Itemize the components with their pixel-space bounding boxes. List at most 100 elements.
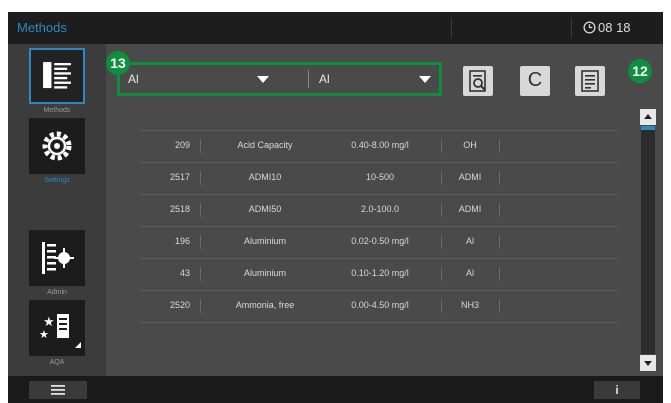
divider (200, 235, 201, 249)
aqa-button[interactable]: ★ ★ (29, 300, 85, 356)
method-number: 196 (174, 236, 190, 246)
method-range: 0.10-1.20 mg/l (351, 268, 409, 278)
method-unit: ADMI (458, 172, 482, 182)
divider (499, 203, 500, 217)
filter-bar: Al Al (117, 62, 442, 96)
chevron-down-icon (257, 76, 269, 83)
scroll-track[interactable] (641, 126, 655, 354)
divider (499, 171, 500, 185)
divider (441, 139, 442, 153)
divider (441, 235, 442, 249)
divider (441, 171, 442, 185)
divider (451, 18, 452, 38)
method-unit: Al (465, 268, 474, 278)
sidebar-item-label: Settings (44, 177, 70, 184)
methods-button[interactable] (29, 48, 85, 104)
table-row[interactable]: 2517 ADMI10 10-500 ADMI (140, 163, 618, 195)
sidebar-item-label: AQA (49, 359, 65, 366)
method-unit: NH3 (460, 300, 479, 310)
sidebar-item-label: Admin (47, 289, 67, 296)
table-row[interactable]: 2520 Ammonia, free 0.00-4.50 mg/l NH3 (140, 291, 618, 323)
callout-badge: 12 (628, 59, 652, 83)
table-row[interactable]: 196 Aluminium 0.02-0.50 mg/l Al (140, 227, 618, 259)
search-button[interactable] (463, 66, 493, 96)
method-range: 0.00-4.50 mg/l (351, 300, 409, 310)
clock-time: 08 18 (598, 20, 631, 35)
arrow-up-icon (644, 114, 652, 119)
divider (499, 267, 500, 281)
method-info-button[interactable] (575, 66, 605, 96)
main-panel: Al Al C 209 Acid Capacity 0.40-8.00 mg/l… (106, 44, 663, 376)
method-unit: ADMI (458, 204, 482, 214)
list-icon (43, 62, 71, 89)
divider (499, 139, 500, 153)
method-name: ADMI50 (248, 204, 282, 214)
method-range: 0.02-0.50 mg/l (351, 236, 409, 246)
method-number: 43 (179, 268, 190, 278)
clear-button[interactable]: C (520, 66, 550, 96)
method-number: 2520 (169, 300, 190, 310)
divider (571, 18, 572, 38)
method-name: Aluminium (243, 268, 286, 278)
method-unit: Al (465, 236, 474, 246)
page-title: Methods (17, 20, 67, 35)
method-range: 2.0-100.0 (360, 204, 400, 214)
sidebar: Methods Settings Admin ★ ★ AQA (8, 44, 106, 376)
sidebar-item-admin[interactable]: Admin (29, 230, 87, 296)
sidebar-item-settings[interactable]: Settings (29, 118, 87, 184)
sidebar-item-label: Methods (43, 107, 71, 114)
admin-icon (42, 242, 74, 274)
info-button[interactable]: i (594, 381, 640, 399)
divider (200, 267, 201, 281)
sidebar-item-aqa[interactable]: ★ ★ AQA (29, 300, 87, 366)
divider (200, 139, 201, 153)
methods-table: 209 Acid Capacity 0.40-8.00 mg/l OH 2517… (140, 130, 618, 323)
info-doc-icon (581, 70, 599, 92)
sidebar-item-methods[interactable]: Methods (29, 48, 87, 114)
info-icon: i (615, 383, 619, 397)
bottom-bar: i (8, 376, 663, 403)
method-number: 2517 (169, 172, 190, 182)
hamburger-icon (51, 385, 65, 395)
callout-badge: 13 (106, 51, 130, 75)
table-row[interactable]: 209 Acid Capacity 0.40-8.00 mg/l OH (140, 130, 618, 163)
parameter-filter-value: Al (319, 72, 330, 86)
clock-icon (583, 21, 596, 34)
menu-button[interactable] (29, 381, 87, 399)
divider (441, 299, 442, 313)
c-icon: C (527, 69, 543, 91)
arrow-down-icon (644, 361, 652, 366)
table-row[interactable]: 2518 ADMI50 2.0-100.0 ADMI (140, 195, 618, 227)
admin-button[interactable] (29, 230, 85, 286)
chevron-down-icon (419, 76, 431, 83)
group-filter-value: Al (128, 72, 139, 86)
scroll-thumb[interactable] (641, 126, 655, 130)
group-filter-dropdown[interactable]: Al (120, 65, 307, 93)
table-row[interactable]: 43 Aluminium 0.10-1.20 mg/l Al (140, 259, 618, 291)
top-bar: Methods 08 18 (8, 12, 663, 44)
method-name: ADMI10 (248, 172, 282, 182)
divider (441, 267, 442, 281)
method-range: 10-500 (365, 172, 395, 182)
aqa-icon: ★ ★ (39, 314, 81, 348)
divider (499, 235, 500, 249)
search-doc-icon (469, 70, 486, 92)
scrollbar[interactable] (640, 109, 656, 371)
device-screen: Methods 08 18 Methods Settings Admin ★ ★… (8, 12, 663, 403)
divider (200, 203, 201, 217)
method-number: 209 (174, 140, 190, 150)
divider (441, 203, 442, 217)
svg-text:★: ★ (39, 328, 49, 341)
divider (499, 299, 500, 313)
divider (200, 299, 201, 313)
scroll-down-button[interactable] (640, 355, 656, 371)
gear-icon (42, 131, 72, 161)
method-unit: OH (463, 140, 477, 150)
scroll-up-button[interactable] (640, 109, 656, 125)
divider (200, 171, 201, 185)
method-name: Ammonia, free (235, 300, 295, 310)
method-name: Acid Capacity (237, 140, 293, 150)
settings-button[interactable] (29, 118, 85, 174)
method-number: 2518 (169, 204, 190, 214)
parameter-filter-dropdown[interactable]: Al (309, 65, 439, 93)
